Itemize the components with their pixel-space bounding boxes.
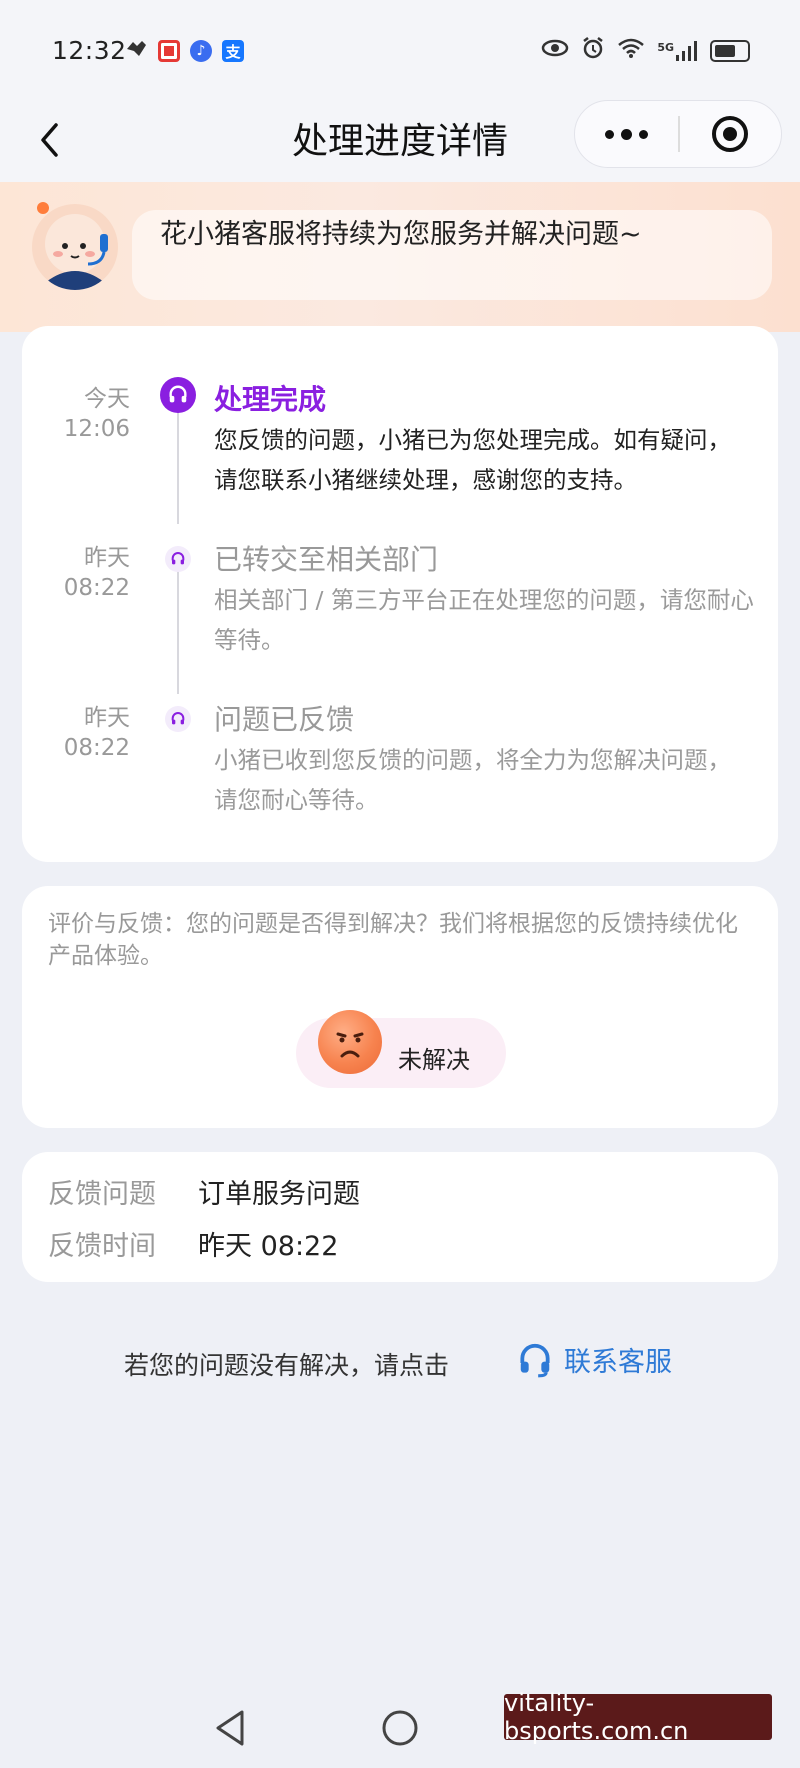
- eye-icon: [541, 38, 569, 63]
- battery-icon: [710, 39, 750, 62]
- watermark-label: vitality-bsports.com.cn: [504, 1689, 772, 1745]
- nav-back-button[interactable]: [212, 1708, 248, 1752]
- timeline-step-3-desc: 小猪已收到您反馈的问题，将全力为您解决问题，请您耐心等待。: [214, 746, 731, 814]
- headset-icon: [165, 546, 191, 572]
- 5g-signal-icon: 5G: [657, 40, 698, 61]
- more-button[interactable]: [575, 101, 678, 167]
- feedback-issue-label: 反馈问题: [48, 1179, 156, 1210]
- status-left-icons: ♪ 支: [124, 38, 244, 64]
- feedback-time-value: 昨天 08:22: [198, 1231, 339, 1262]
- headset-icon: [165, 706, 191, 732]
- music-icon: ♪: [190, 40, 212, 62]
- unresolved-prompt: 若您的问题没有解决，请点击: [124, 1351, 450, 1380]
- red-app-icon: [158, 40, 180, 62]
- timeline-step-3-title: 问题已反馈: [214, 703, 355, 736]
- sad-face-icon: [318, 1010, 382, 1074]
- app-icon: [124, 38, 148, 64]
- timeline-line: [177, 566, 179, 694]
- headset-icon: [160, 377, 196, 413]
- wifi-icon: [617, 37, 645, 64]
- timeline-step-1-desc: 您反馈的问题，小猪已为您处理完成。如有疑问，请您联系小猪继续处理，感谢您的支持。: [214, 426, 731, 494]
- timeline-line: [177, 398, 179, 524]
- contact-service-label: 联系客服: [564, 1347, 672, 1378]
- mini-program-capsule: [574, 100, 782, 168]
- service-banner: 花小猪客服将持续为您服务并解决问题~: [0, 182, 800, 332]
- notification-dot: [37, 202, 49, 214]
- timeline-step-3-time: 08:22: [63, 735, 130, 761]
- timeline-step-2-time: 08:22: [63, 575, 130, 601]
- feedback-issue-value: 订单服务问题: [198, 1179, 360, 1210]
- evaluation-text: 评价与反馈：您的问题是否得到解决？我们将根据您的反馈持续优化产品体验。: [48, 911, 738, 969]
- alarm-icon: [581, 36, 605, 65]
- status-time: 12:32: [52, 36, 127, 65]
- status-right-icons: 5G: [541, 36, 750, 65]
- mascot-avatar: [32, 204, 118, 290]
- nav-bar: 处理进度详情: [0, 96, 800, 182]
- banner-text: 花小猪客服将持续为您服务并解决问题~: [160, 219, 642, 250]
- feedback-time-label: 反馈时间: [48, 1231, 156, 1262]
- headset-icon: [520, 1343, 550, 1377]
- chevron-left-icon: [41, 123, 58, 157]
- timeline-step-1-title: 处理完成: [214, 383, 327, 416]
- circle-home-icon: [382, 1710, 418, 1746]
- timeline-step-2-desc: 相关部门 / 第三方平台正在处理您的问题，请您耐心等待。: [214, 586, 754, 654]
- contact-service-link[interactable]: 联系客服: [516, 1340, 672, 1379]
- alipay-icon: 支: [222, 40, 244, 62]
- timeline-step-2-day: 昨天: [84, 545, 130, 571]
- unsolved-label: 未解决: [398, 1046, 470, 1074]
- triangle-back-icon: [216, 1710, 244, 1746]
- target-icon: [712, 116, 749, 152]
- timeline-step-1-time: 12:06: [63, 416, 130, 442]
- close-mini-program-button[interactable]: [680, 101, 781, 167]
- timeline-step-3-day: 昨天: [84, 705, 130, 731]
- back-button[interactable]: [28, 118, 72, 162]
- dot-icon: [621, 128, 633, 140]
- dot-icon: [639, 129, 649, 139]
- timeline-step-1-day: 今天: [84, 386, 130, 412]
- timeline-step-2-title: 已转交至相关部门: [214, 543, 439, 576]
- dot-icon: [605, 129, 615, 139]
- nav-home-button[interactable]: [380, 1708, 420, 1752]
